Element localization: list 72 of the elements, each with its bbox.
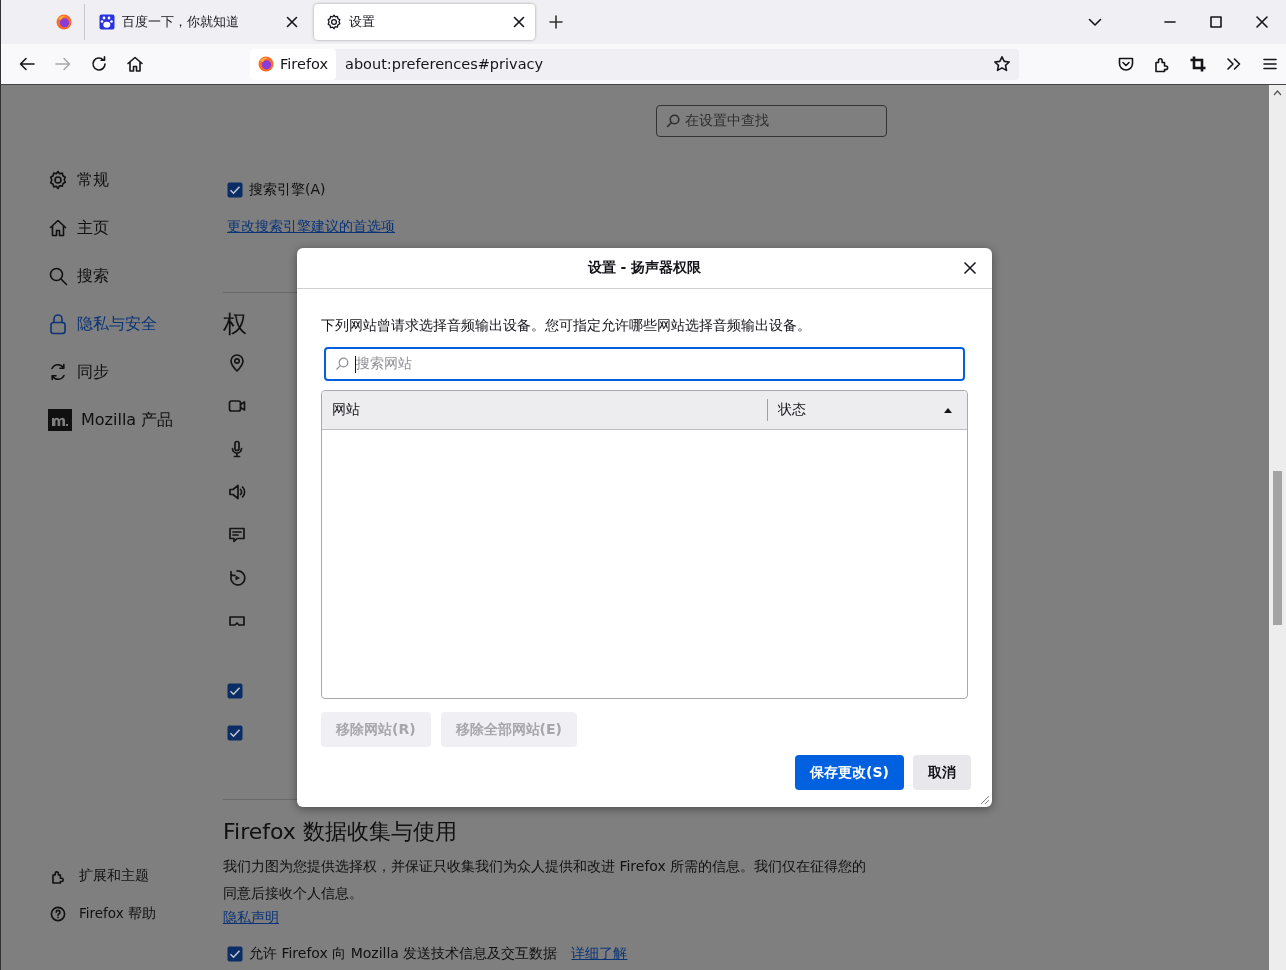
website-search-field[interactable]: 搜索网站 (324, 347, 965, 381)
help-icon (50, 906, 66, 922)
search-icon (335, 357, 349, 371)
scroll-up-icon (1273, 90, 1282, 96)
close-icon[interactable] (963, 261, 977, 275)
sidebar-link[interactable]: Firefox 帮助 (50, 895, 223, 933)
chat-bubble-icon (228, 526, 246, 544)
autoplay-icon (228, 569, 246, 587)
close-icon[interactable] (513, 16, 525, 28)
speaker-icon (228, 483, 246, 501)
settings-search-field[interactable]: 在设置中查找 (656, 105, 887, 137)
home-icon[interactable] (126, 55, 144, 73)
checked-checkbox[interactable] (227, 946, 243, 962)
double-chevron-icon[interactable] (1225, 55, 1243, 73)
checkbox-label: 允许 Firefox 向 Mozilla 发送技术信息及交互数据 (249, 945, 558, 963)
star-icon[interactable] (993, 55, 1011, 73)
browser-tab[interactable]: 设置 (314, 4, 535, 40)
puzzle-icon (50, 868, 66, 884)
browser-tab[interactable]: 百度一下，你就知道 (87, 4, 308, 40)
checked-checkbox[interactable] (227, 182, 243, 198)
lock-icon (48, 313, 68, 335)
search-placeholder: 在设置中查找 (685, 112, 769, 130)
save-button[interactable]: 保存更改(S) (795, 755, 904, 790)
checkbox-label: 搜索引擎(A) (249, 181, 326, 199)
identity-chip[interactable]: Firefox (250, 48, 336, 80)
back-arrow-icon[interactable] (18, 55, 36, 73)
scrollbar[interactable] (1269, 85, 1286, 970)
gear-icon (48, 170, 68, 190)
section-heading: Firefox 数据收集与使用 (223, 818, 458, 846)
sidebar-item[interactable]: 隐私与安全 (48, 300, 223, 348)
gear-icon (326, 14, 342, 30)
dialog-title: 设置 - 扬声器权限 (587, 259, 702, 277)
search-placeholder: 搜索网站 (356, 355, 412, 373)
camera-icon (228, 397, 246, 415)
paw-icon (99, 14, 115, 30)
sync-icon (48, 362, 68, 382)
close-icon[interactable] (1254, 14, 1270, 30)
column-header[interactable]: 网站 (322, 399, 768, 421)
address-bar[interactable]: Firefox about:preferences#privacy (250, 48, 1019, 80)
reload-icon[interactable] (90, 55, 108, 73)
checked-checkbox[interactable] (227, 725, 243, 741)
checked-checkbox[interactable] (227, 683, 243, 699)
sidebar-item[interactable]: 常规 (48, 156, 223, 204)
pocket-icon[interactable] (1117, 55, 1135, 73)
firefox-icon (56, 14, 72, 30)
sidebar-item[interactable]: Mozilla 产品 (48, 396, 223, 444)
sidebar-item[interactable]: 同步 (48, 348, 223, 396)
cancel-button[interactable]: 取消 (913, 755, 971, 790)
puzzle-icon[interactable] (1153, 55, 1171, 73)
section-description: 我们力图为您提供选择权，并保证只收集我们为众人提供和改进 Firefox 所需的信息。我们仅在征得您的同意后接收个人信息。 (223, 857, 868, 903)
dialog-description: 下列网站曾请求选择音频输出设备。您可指定允许哪些网站选择音频输出设备。 (321, 317, 812, 335)
maximize-icon[interactable] (1208, 14, 1224, 30)
column-header[interactable]: 状态 (768, 391, 967, 429)
scrollbar-thumb[interactable] (1273, 471, 1282, 625)
sidebar-item[interactable]: 主页 (48, 204, 223, 252)
resize-grip-icon (978, 793, 990, 805)
search-icon (48, 266, 68, 286)
learn-more-link[interactable]: 详细了解 (571, 945, 628, 963)
sidebar-link[interactable]: 扩展和主题 (50, 857, 223, 895)
sidebar-item[interactable]: 搜索 (48, 252, 223, 300)
firefox-icon (258, 56, 274, 72)
privacy-link[interactable]: 隐私声明 (223, 907, 279, 927)
url-text: about:preferences#privacy (345, 56, 545, 72)
location-pin-icon (228, 354, 246, 372)
plus-icon[interactable] (549, 15, 563, 29)
m-logo-icon (48, 409, 72, 431)
crop-icon[interactable] (1189, 55, 1207, 73)
close-icon[interactable] (286, 16, 298, 28)
home-icon (48, 218, 68, 238)
section-heading: 权 (223, 309, 247, 339)
search-icon (666, 114, 680, 128)
preferences-link[interactable]: 更改搜索引擎建议的首选项 (227, 218, 395, 236)
